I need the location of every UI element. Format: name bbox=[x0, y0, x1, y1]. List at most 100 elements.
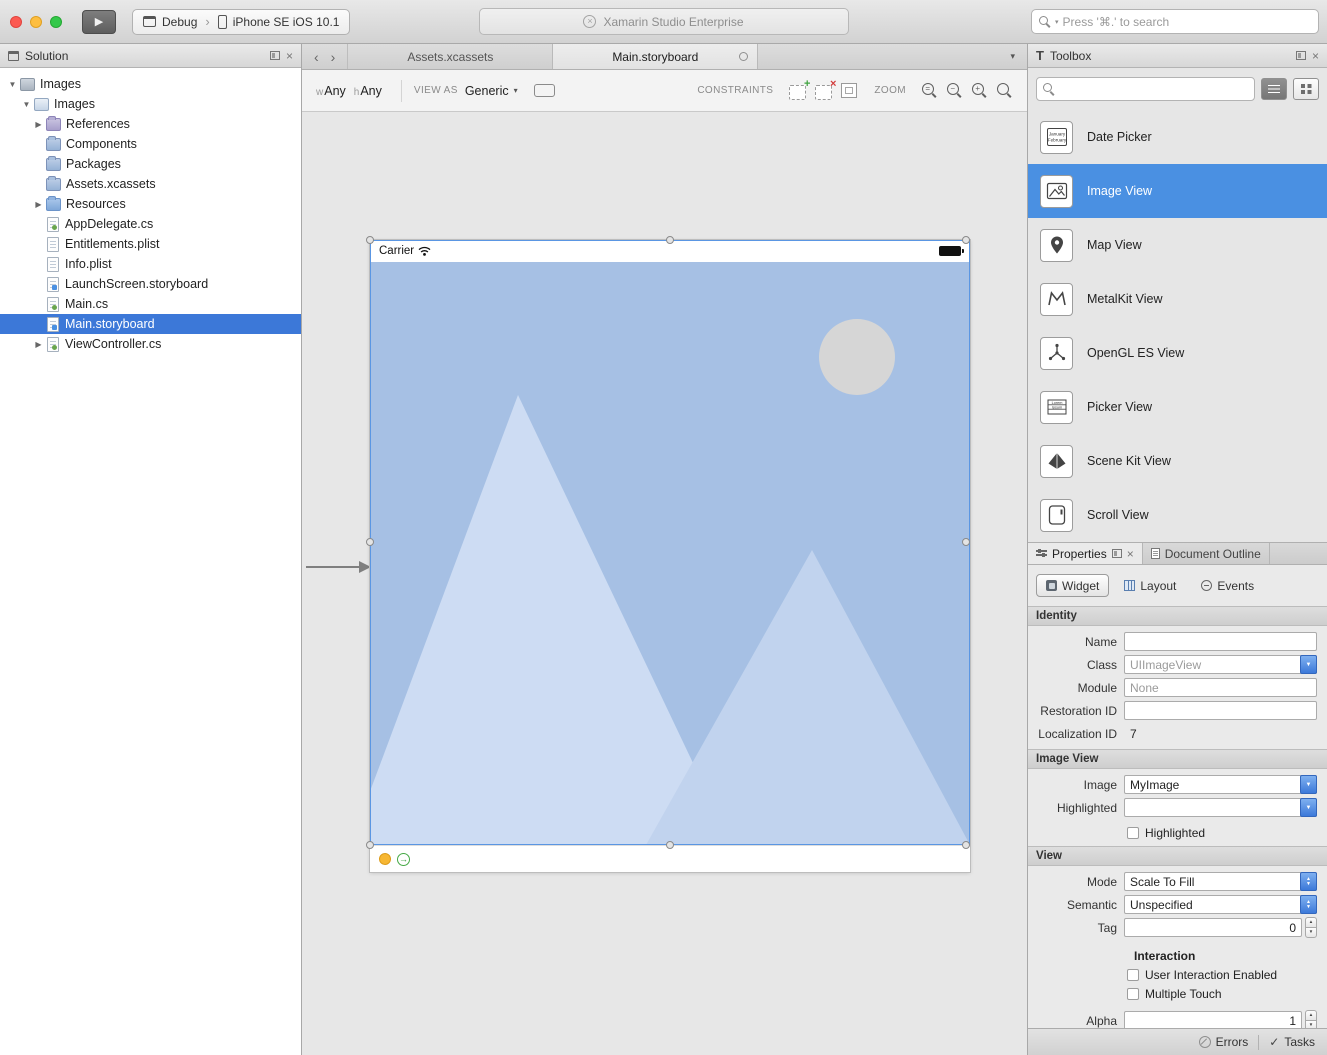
mode-popup-arrows-icon[interactable]: ▲▼ bbox=[1300, 872, 1317, 891]
view-controller-icon[interactable] bbox=[379, 853, 391, 865]
resize-handle-middle-right[interactable] bbox=[962, 538, 970, 546]
orientation-icon[interactable] bbox=[534, 84, 555, 97]
zoom-actual-size-icon[interactable] bbox=[997, 83, 1013, 99]
class-combo-arrow-icon[interactable]: ▼ bbox=[1300, 655, 1317, 674]
tab-main-storyboard[interactable]: Main.storyboard bbox=[553, 44, 758, 69]
disclosure-closed-icon[interactable]: ▶ bbox=[32, 340, 45, 349]
tree-item-launchscreen[interactable]: LaunchScreen.storyboard bbox=[0, 274, 301, 294]
search-scope-caret-icon[interactable]: ▾ bbox=[1055, 18, 1059, 26]
highlighted-combo-arrow-icon[interactable]: ▼ bbox=[1300, 798, 1317, 817]
events-button[interactable]: Events bbox=[1191, 574, 1264, 597]
disclosure-open-icon[interactable]: ▼ bbox=[6, 80, 19, 89]
tab-list-dropdown-icon[interactable]: ▾ bbox=[998, 44, 1027, 69]
toolbox-item-metalkit-view[interactable]: MetalKit View bbox=[1028, 272, 1327, 326]
tab-assets-xcassets[interactable]: Assets.xcassets bbox=[348, 44, 553, 69]
tree-item-viewcontroller[interactable]: ▶ ViewController.cs bbox=[0, 334, 301, 354]
tree-item-infoplist[interactable]: Info.plist bbox=[0, 254, 301, 274]
image-view-placeholder[interactable] bbox=[370, 262, 970, 845]
close-panel-icon[interactable]: × bbox=[286, 50, 293, 62]
device-selector[interactable]: iPhone SE iOS 10.1 bbox=[218, 15, 340, 29]
storyboard-canvas[interactable]: Carrier bbox=[302, 112, 1027, 1055]
resize-handle-top-right[interactable] bbox=[962, 236, 970, 244]
close-panel-icon[interactable]: × bbox=[1127, 548, 1134, 560]
tree-item-solution-images[interactable]: ▼ Images bbox=[0, 74, 301, 94]
add-constraint-icon[interactable]: + bbox=[789, 85, 806, 100]
run-button[interactable]: ▶ bbox=[82, 10, 116, 34]
tree-item-assets[interactable]: Assets.xcassets bbox=[0, 174, 301, 194]
resize-handle-top-left[interactable] bbox=[366, 236, 374, 244]
tree-item-references[interactable]: ▶ References bbox=[0, 114, 301, 134]
widget-button[interactable]: Widget bbox=[1036, 574, 1109, 597]
layout-button[interactable]: Layout bbox=[1114, 574, 1186, 597]
multiple-touch-checkbox[interactable] bbox=[1127, 988, 1139, 1000]
tab-close-icon[interactable] bbox=[739, 52, 748, 61]
stepper-down-icon[interactable]: ▼ bbox=[1305, 1020, 1317, 1028]
semantic-popup-arrows-icon[interactable]: ▲▼ bbox=[1300, 895, 1317, 914]
tag-field[interactable]: 0 bbox=[1124, 918, 1302, 937]
tab-document-outline[interactable]: Document Outline bbox=[1143, 543, 1270, 564]
stepper-down-icon[interactable]: ▼ bbox=[1305, 927, 1317, 938]
toolbox-item-picker-view[interactable]: Lorem Ipsum Picker View bbox=[1028, 380, 1327, 434]
close-window-button[interactable] bbox=[10, 16, 22, 28]
search-input[interactable] bbox=[1063, 15, 1311, 29]
dock-panel-icon[interactable] bbox=[270, 51, 280, 60]
configuration-selector[interactable]: Debug bbox=[143, 15, 197, 29]
disclosure-closed-icon[interactable]: ▶ bbox=[32, 120, 45, 129]
toolbox-grid-view-button[interactable] bbox=[1293, 78, 1319, 100]
image-combo-arrow-icon[interactable]: ▼ bbox=[1300, 775, 1317, 794]
class-field[interactable]: UIImageView ▼ bbox=[1124, 655, 1317, 674]
toolbox-item-opengl-es-view[interactable]: OpenGL ES View bbox=[1028, 326, 1327, 380]
tree-item-resources[interactable]: ▶ Resources bbox=[0, 194, 301, 214]
zoom-out-icon[interactable]: − bbox=[947, 83, 963, 99]
tree-item-maincs[interactable]: Main.cs bbox=[0, 294, 301, 314]
stepper-up-icon[interactable]: ▲ bbox=[1305, 1010, 1317, 1020]
update-frames-icon[interactable] bbox=[841, 83, 857, 98]
zoom-window-button[interactable] bbox=[50, 16, 62, 28]
user-interaction-checkbox[interactable] bbox=[1127, 969, 1139, 981]
errors-button[interactable]: Errors bbox=[1199, 1035, 1249, 1049]
size-class-control[interactable]: w Any h Any bbox=[316, 84, 389, 98]
view-as-dropdown[interactable]: Generic ▾ bbox=[465, 84, 518, 98]
navigate-forward-icon[interactable]: › bbox=[331, 50, 336, 64]
dock-panel-icon[interactable] bbox=[1296, 51, 1306, 60]
toolbox-item-image-view[interactable]: Image View bbox=[1028, 164, 1327, 218]
module-field[interactable]: None bbox=[1124, 678, 1317, 697]
toolbox-list-view-button[interactable] bbox=[1261, 78, 1287, 100]
tree-item-entitlements[interactable]: Entitlements.plist bbox=[0, 234, 301, 254]
image-field[interactable]: MyImage ▼ bbox=[1124, 775, 1317, 794]
resize-handle-top-center[interactable] bbox=[666, 236, 674, 244]
tree-item-project-images[interactable]: ▼ Images bbox=[0, 94, 301, 114]
toolbox-item-scroll-view[interactable]: Scroll View bbox=[1028, 488, 1327, 542]
toolbox-item-map-view[interactable]: Map View bbox=[1028, 218, 1327, 272]
toolbox-item-scene-kit-view[interactable]: Scene Kit View bbox=[1028, 434, 1327, 488]
highlighted-checkbox[interactable] bbox=[1127, 827, 1139, 839]
navigate-back-icon[interactable]: ‹ bbox=[314, 50, 319, 64]
resize-handle-middle-left[interactable] bbox=[366, 538, 374, 546]
tree-item-appdelegate[interactable]: AppDelegate.cs bbox=[0, 214, 301, 234]
mode-popup[interactable]: Scale To Fill ▲▼ bbox=[1124, 872, 1317, 891]
view-controller-scene[interactable]: Carrier bbox=[370, 240, 970, 872]
resize-handle-bottom-center[interactable] bbox=[666, 841, 674, 849]
alpha-stepper[interactable]: ▲ ▼ bbox=[1305, 1010, 1317, 1028]
tree-item-components[interactable]: Components bbox=[0, 134, 301, 154]
toolbox-item-date-picker[interactable]: January February Date Picker bbox=[1028, 110, 1327, 164]
alpha-field[interactable]: 1 bbox=[1124, 1011, 1302, 1028]
disclosure-closed-icon[interactable]: ▶ bbox=[32, 200, 45, 209]
resize-handle-bottom-left[interactable] bbox=[366, 841, 374, 849]
zoom-in-icon[interactable]: + bbox=[972, 83, 988, 99]
exit-segue-icon[interactable]: → bbox=[397, 853, 410, 866]
minimize-window-button[interactable] bbox=[30, 16, 42, 28]
tree-item-packages[interactable]: Packages bbox=[0, 154, 301, 174]
toolbox-search-input[interactable] bbox=[1059, 82, 1248, 96]
remove-constraint-icon[interactable]: × bbox=[815, 85, 832, 100]
initial-view-controller-arrow[interactable] bbox=[306, 558, 372, 576]
semantic-popup[interactable]: Unspecified ▲▼ bbox=[1124, 895, 1317, 914]
tasks-button[interactable]: ✓ Tasks bbox=[1269, 1035, 1315, 1049]
name-field[interactable] bbox=[1124, 632, 1317, 651]
dock-panel-icon[interactable] bbox=[1112, 549, 1122, 558]
stepper-up-icon[interactable]: ▲ bbox=[1305, 917, 1317, 927]
tag-stepper[interactable]: ▲ ▼ bbox=[1305, 917, 1317, 938]
highlighted-image-field[interactable]: ▼ bbox=[1124, 798, 1317, 817]
restoration-id-field[interactable] bbox=[1124, 701, 1317, 720]
zoom-fit-icon[interactable]: = bbox=[922, 83, 938, 99]
